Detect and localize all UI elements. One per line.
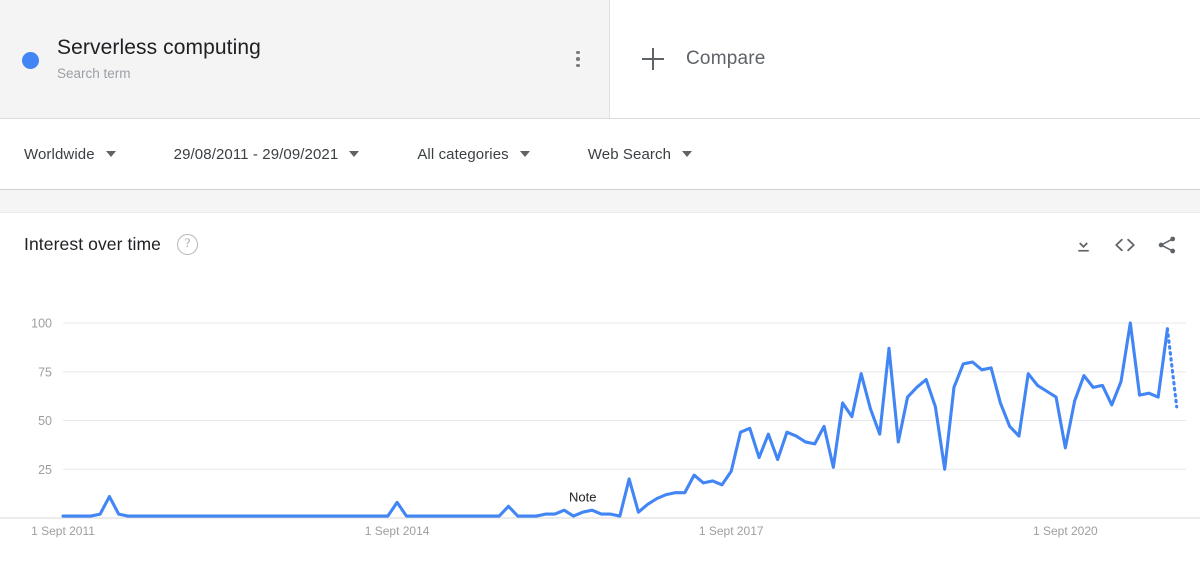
download-icon[interactable] [1066,228,1100,262]
filter-time-range[interactable]: 29/08/2011 - 29/09/2021 [174,146,360,163]
series-color-dot [22,51,39,69]
kebab-dot [576,57,580,61]
trends-line-chart[interactable]: 25 50 75 100 1 Sept 2011 1 Sept 2014 1 Sept 20… [0,276,1200,576]
chart-plot-area[interactable]: 25 50 75 100 1 Sept 2011 1 Sept 2014 1 Sept 20… [0,276,1200,576]
x-axis-tick-label: 1 Sept 2011 [31,524,95,538]
plus-icon [642,48,664,70]
search-term-subtitle: Search term [57,65,131,81]
filter-search-type[interactable]: Web Search [587,145,693,163]
add-comparison-button[interactable]: Compare [642,48,766,70]
y-axis-tick-label: 50 [38,414,52,428]
embed-code-icon[interactable] [1108,228,1142,262]
trend-line-partial [1165,327,1179,409]
chart-title: Interest over time [24,234,161,254]
filter-bar: Worldwide 29/08/2011 - 29/09/2021 All ca… [0,119,1200,190]
y-axis-tick-label: 25 [38,463,52,477]
chart-card-header: Interest over time ? [0,213,1200,276]
trend-line [61,321,1169,518]
filter-region[interactable]: Worldwide [24,146,116,163]
filter-region-label: Worldwide [24,145,95,163]
chevron-down-icon [105,151,116,157]
x-axis-tick-label: 1 Sept 2020 [1033,524,1098,538]
search-term-title: Serverless computing [57,35,261,59]
filter-category[interactable]: All categories [417,145,530,163]
chevron-down-icon [519,151,530,157]
chevron-down-icon [682,151,693,157]
note-annotation-label[interactable]: Note [569,489,596,504]
kebab-dot [576,50,580,55]
x-axis-tick-label: 1 Sept 2014 [365,524,430,538]
y-axis-tick-label: 100 [31,317,52,331]
filter-time-range-label: 29/08/2011 - 29/09/2021 [173,145,339,163]
share-icon[interactable] [1150,228,1184,262]
kebab-dot [576,63,580,68]
filter-category-label: All categories [417,145,509,163]
chevron-down-icon [349,151,360,157]
section-gap-band [0,190,1200,213]
search-term-text: Serverless computing Search term [57,35,565,84]
search-term-header: Serverless computing Search term Compare [0,0,1200,119]
filter-search-type-label: Web Search [587,145,672,163]
y-axis-tick-label: 75 [38,365,52,379]
kebab-menu-icon[interactable] [565,42,591,76]
x-axis-tick-label: 1 Sept 2017 [699,524,764,538]
compare-label: Compare [686,48,766,69]
help-icon[interactable]: ? [177,234,198,255]
compare-zone: Compare [610,0,1200,118]
interest-over-time-card: Interest over time ? 25 50 75 100 1 Sept… [0,213,1200,580]
search-term-card[interactable]: Serverless computing Search term [0,0,610,118]
